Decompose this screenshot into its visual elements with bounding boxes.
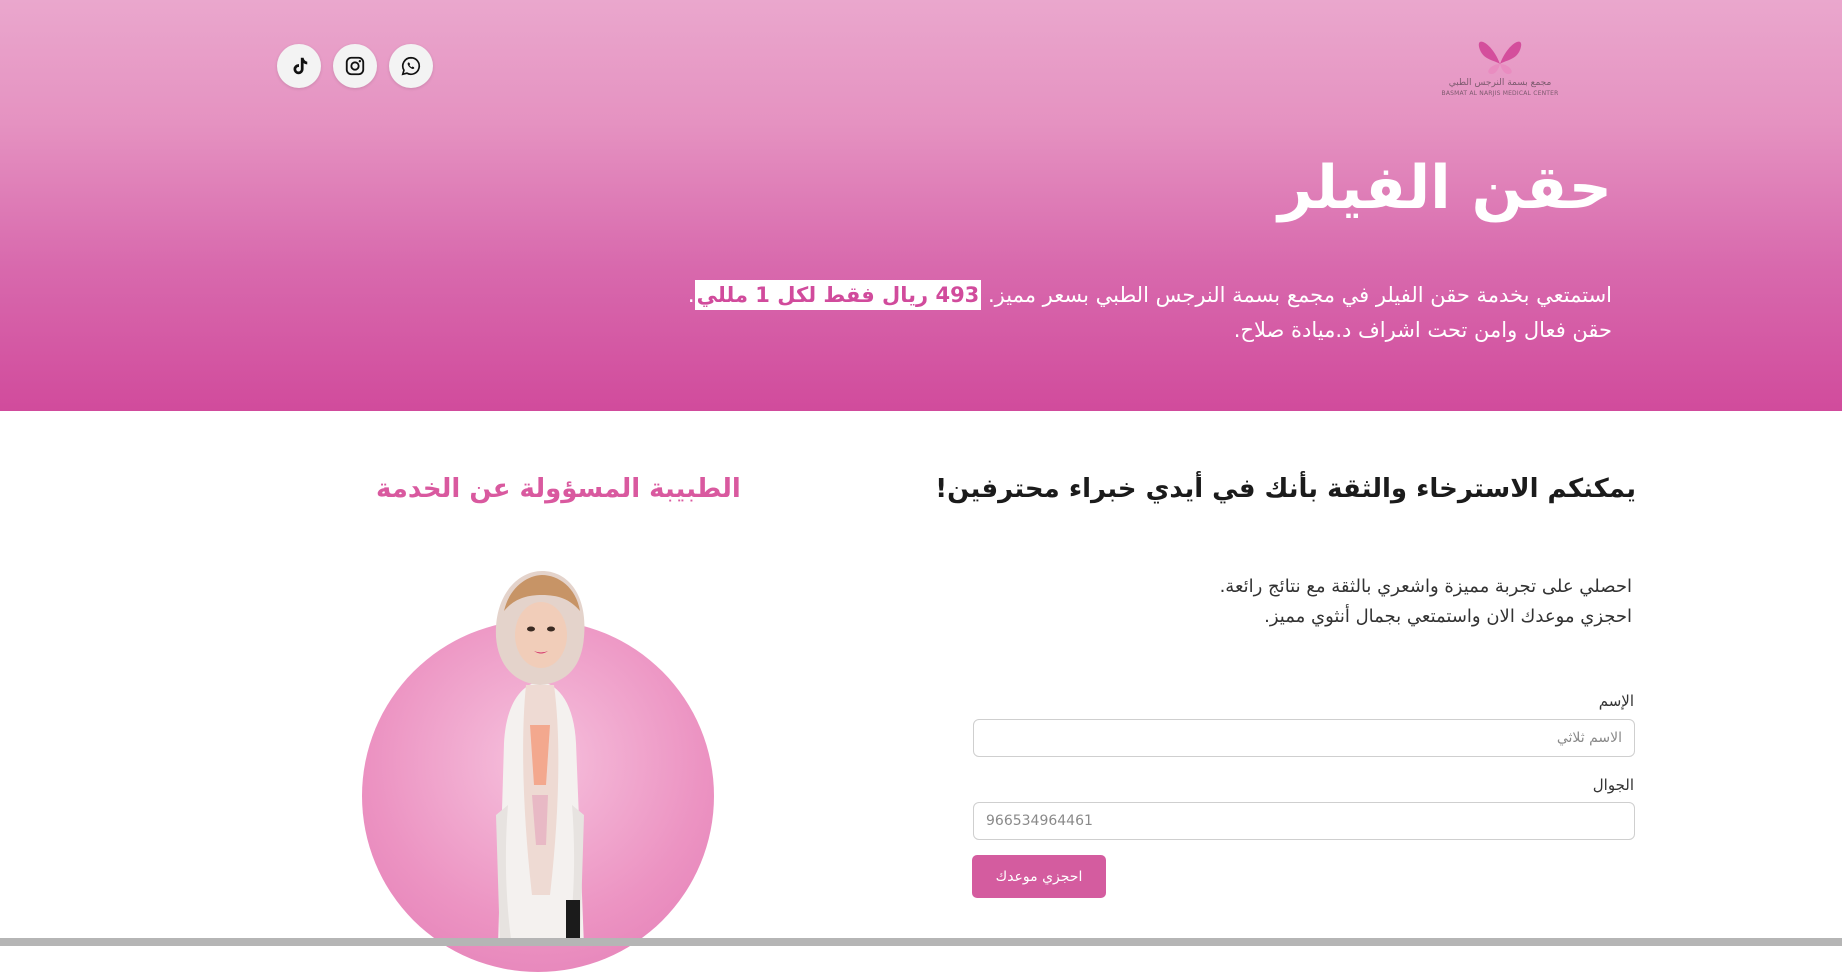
price-highlight: 493 ريال فقط لكل 1 مللي: [694, 280, 982, 310]
tiktok-icon: [293, 57, 308, 75]
tiktok-button[interactable]: [277, 44, 321, 88]
whatsapp-button[interactable]: [389, 44, 433, 88]
whatsapp-icon: [401, 56, 421, 76]
doctor-photo: [495, 571, 585, 946]
hero-description-text: استمتعي بخدمة حقن الفيلر في مجمع بسمة ال…: [981, 283, 1612, 307]
hero-description-end: .: [687, 283, 695, 307]
phone-input[interactable]: [973, 802, 1635, 840]
center-logo[interactable]: مجمع بسمة النرجس الطبي BASMAT AL NARJIS …: [1440, 28, 1560, 100]
butterfly-icon: [1478, 41, 1522, 74]
section-heading: يمكنكم الاسترخاء والثقة بأنك في أيدي خبر…: [935, 474, 1636, 504]
name-input[interactable]: [973, 719, 1635, 757]
instagram-button[interactable]: [333, 44, 377, 88]
hero-description: استمتعي بخدمة حقن الفيلر في مجمع بسمة ال…: [632, 278, 1612, 348]
hero-description-line-2: حقن فعال وامن تحت اشراف د.ميادة صلاح.: [1233, 318, 1612, 342]
instagram-icon: [345, 56, 365, 76]
browser-scrollbar[interactable]: [0, 938, 1842, 946]
book-appointment-button[interactable]: احجزي موعدك: [972, 855, 1106, 898]
phone-label: الجوال: [1592, 776, 1634, 794]
section-body: احصلي على تجربة مميزة واشعري بالثقة مع ن…: [1220, 572, 1632, 632]
section-body-line-1: احصلي على تجربة مميزة واشعري بالثقة مع ن…: [1219, 576, 1632, 597]
page-title: حقن الفيلر: [1278, 153, 1612, 223]
name-label: الإسم: [1598, 692, 1634, 710]
logo-name-arabic: مجمع بسمة النرجس الطبي: [1448, 78, 1552, 88]
section-body-line-2: احجزي موعدك الان واستمتعي بجمال أنثوي مم…: [1264, 606, 1632, 627]
doctor-heading: الطبيبة المسؤولة عن الخدمة: [376, 474, 741, 504]
logo-name-english: BASMAT AL NARJIS MEDICAL CENTER: [1441, 90, 1559, 97]
hero-description-line-1: استمتعي بخدمة حقن الفيلر في مجمع بسمة ال…: [632, 278, 1612, 313]
hero-banner: مجمع بسمة النرجس الطبي BASMAT AL NARJIS …: [0, 0, 1842, 411]
